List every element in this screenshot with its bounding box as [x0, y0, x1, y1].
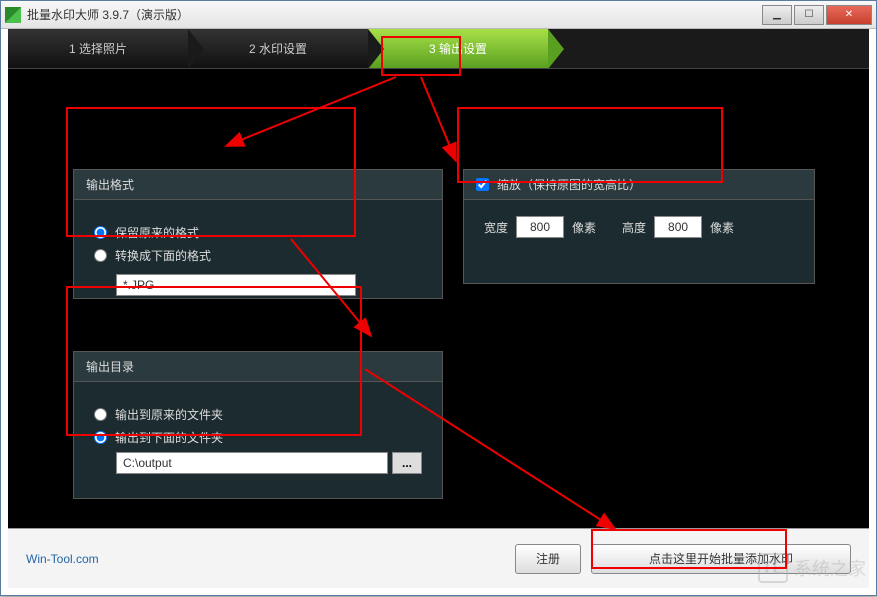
register-button[interactable]: 注册 [515, 544, 581, 574]
width-input[interactable] [516, 216, 564, 238]
panel-title: 输出目录 [74, 352, 442, 382]
format-input[interactable] [116, 274, 356, 296]
maximize-button[interactable] [794, 5, 824, 25]
output-path-input[interactable] [116, 452, 388, 474]
website-link[interactable]: Win-Tool.com [26, 552, 505, 566]
panel-title: 输出格式 [74, 170, 442, 200]
watermark-logo-icon: TE [758, 553, 788, 583]
step-1[interactable]: 1 选择照片 [8, 29, 188, 68]
watermark: TE 系统之家 [758, 553, 866, 583]
step-3[interactable]: 3 输出设置 [368, 29, 548, 68]
close-button[interactable] [826, 5, 872, 25]
window-title: 批量水印大师 3.9.7（演示版） [27, 6, 760, 23]
keep-format-radio[interactable]: 保留原来的格式 [94, 224, 422, 241]
other-folder-radio[interactable]: 输出到下面的文件夹 [94, 429, 422, 446]
scale-panel: 缩放（保持原图的宽高比） 宽度 像素 高度 像素 [463, 169, 815, 284]
app-icon [5, 7, 21, 23]
scale-checkbox[interactable]: 缩放（保持原图的宽高比） [476, 176, 802, 193]
height-label: 高度 [622, 219, 646, 236]
width-label: 宽度 [484, 219, 508, 236]
height-unit: 像素 [710, 219, 734, 236]
step-2[interactable]: 2 水印设置 [188, 29, 368, 68]
convert-format-radio[interactable]: 转换成下面的格式 [94, 247, 422, 264]
browse-button[interactable]: ... [392, 452, 422, 474]
output-dir-panel: 输出目录 输出到原来的文件夹 输出到下面的文件夹 ... [73, 351, 443, 499]
minimize-button[interactable] [762, 5, 792, 25]
same-folder-radio[interactable]: 输出到原来的文件夹 [94, 406, 422, 423]
output-format-panel: 输出格式 保留原来的格式 转换成下面的格式 [73, 169, 443, 299]
height-input[interactable] [654, 216, 702, 238]
width-unit: 像素 [572, 219, 596, 236]
